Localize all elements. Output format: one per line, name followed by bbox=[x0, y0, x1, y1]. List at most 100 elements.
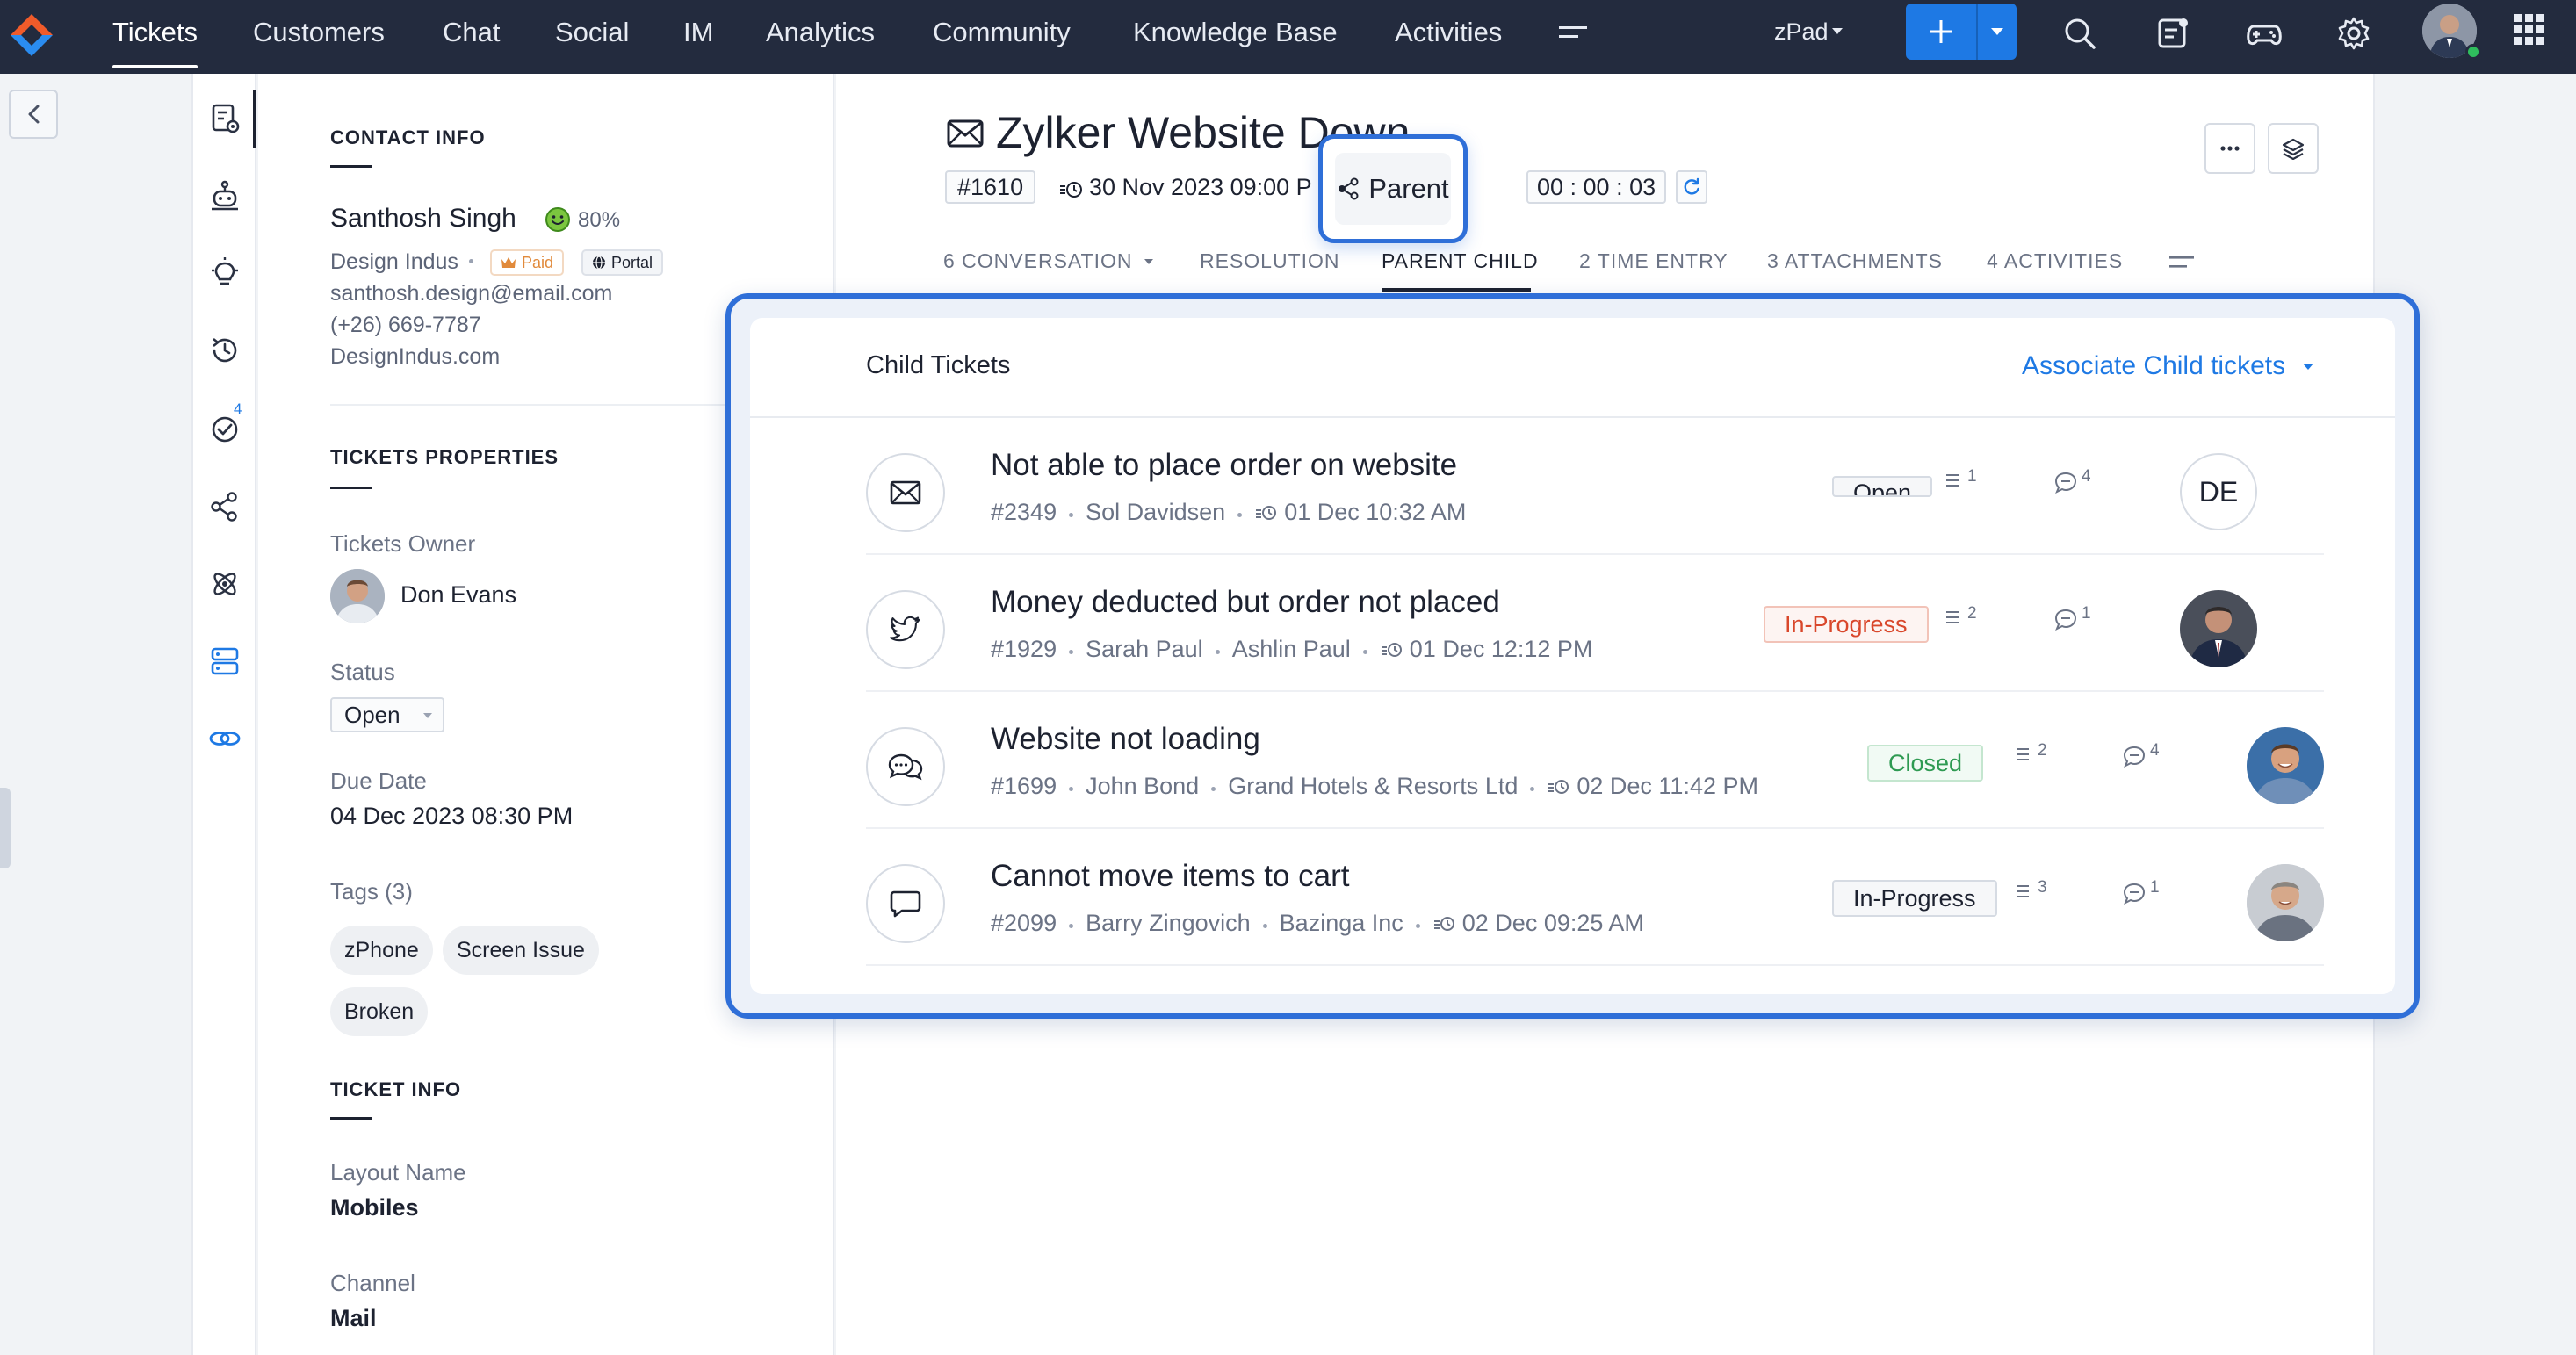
plus-icon[interactable] bbox=[1906, 4, 1976, 60]
link-chain-icon[interactable] bbox=[208, 722, 242, 755]
assignee-avatar[interactable]: DE bbox=[2180, 453, 2257, 530]
child-ticket-row[interactable]: Website not loading #1699 John Bond Gran… bbox=[866, 692, 2324, 829]
ticket-properties-icon[interactable] bbox=[208, 102, 242, 135]
child-tickets-callout: Child Tickets Associate Child tickets No… bbox=[725, 293, 2420, 1019]
nav-customers[interactable]: Customers bbox=[253, 0, 385, 74]
status-badge[interactable]: In-Progress bbox=[1764, 606, 1929, 643]
child-ticket-contact[interactable]: Sarah Paul bbox=[1086, 636, 1203, 663]
status-badge[interactable]: In-Progress bbox=[1832, 880, 1997, 917]
department-selector[interactable]: zPad bbox=[1774, 0, 1829, 63]
child-ticket-subject[interactable]: Cannot move items to cart bbox=[991, 859, 1350, 894]
tag-chip[interactable]: Broken bbox=[330, 987, 429, 1036]
comment-count[interactable]: 4 bbox=[2122, 741, 2160, 768]
heading-underline bbox=[330, 1117, 372, 1120]
more-options-button[interactable] bbox=[2204, 123, 2255, 174]
side-drawer-handle[interactable] bbox=[0, 788, 11, 868]
associate-child-tickets-button[interactable]: Associate Child tickets bbox=[2022, 351, 2285, 381]
due-clock-icon bbox=[1433, 916, 1454, 931]
tab-attachments[interactable]: 3 ATTACHMENTS bbox=[1767, 249, 1943, 273]
ticket-timer[interactable]: 00 : 00 : 03 bbox=[1526, 170, 1667, 204]
thread-count[interactable]: 3 bbox=[2017, 878, 2047, 899]
search-icon[interactable] bbox=[2062, 16, 2097, 51]
collapse-panel-button[interactable] bbox=[9, 90, 58, 139]
nav-tickets[interactable]: Tickets bbox=[112, 0, 198, 74]
child-ticket-id[interactable]: #2349 bbox=[991, 499, 1057, 526]
child-ticket-date: 02 Dec 11:42 PM bbox=[1577, 773, 1758, 799]
paid-badge-label: Paid bbox=[522, 254, 554, 271]
lightbulb-icon[interactable] bbox=[208, 256, 242, 290]
child-ticket-row[interactable]: Not able to place order on website #2349… bbox=[866, 418, 2324, 555]
tag-chip[interactable]: Screen Issue bbox=[443, 926, 599, 975]
assignee-avatar[interactable] bbox=[2180, 590, 2257, 667]
child-ticket-id[interactable]: #1699 bbox=[991, 773, 1057, 800]
share-icon[interactable] bbox=[208, 490, 242, 523]
contact-phone[interactable]: (+26) 669-7787 bbox=[330, 313, 481, 338]
contact-website[interactable]: DesignIndus.com bbox=[330, 344, 500, 370]
nav-community[interactable]: Community bbox=[933, 0, 1071, 74]
history-icon[interactable] bbox=[208, 334, 242, 367]
due-date-value[interactable]: 04 Dec 2023 08:30 PM bbox=[330, 803, 573, 830]
status-badge[interactable]: Open bbox=[1832, 476, 1933, 497]
chevron-down-icon[interactable] bbox=[1832, 28, 1843, 35]
thread-icon bbox=[2017, 748, 2029, 760]
nav-activities[interactable]: Activities bbox=[1395, 0, 1502, 74]
parent-badge[interactable]: Parent bbox=[1335, 153, 1451, 225]
tab-time-entry[interactable]: 2 TIME ENTRY bbox=[1579, 249, 1728, 273]
owner-name[interactable]: Don Evans bbox=[400, 581, 516, 609]
comment-count[interactable]: 4 bbox=[2053, 467, 2091, 494]
status-dropdown[interactable]: Open bbox=[330, 697, 444, 732]
layers-button[interactable] bbox=[2268, 123, 2319, 174]
add-new-button[interactable] bbox=[1906, 4, 2017, 60]
status-badge[interactable]: Closed bbox=[1867, 745, 1984, 782]
child-ticket-subject[interactable]: Website not loading bbox=[991, 722, 1260, 757]
chevron-down-icon[interactable] bbox=[2303, 364, 2313, 371]
zoho-desk-logo-icon[interactable] bbox=[7, 11, 56, 60]
dot-separator bbox=[1215, 650, 1220, 654]
child-ticket-id[interactable]: #1929 bbox=[991, 636, 1057, 663]
tab-conversation[interactable]: 6 CONVERSATION bbox=[943, 249, 1153, 273]
nav-knowledge-base[interactable]: Knowledge Base bbox=[1133, 0, 1338, 74]
tab-resolution[interactable]: RESOLUTION bbox=[1200, 249, 1340, 273]
thread-count[interactable]: 2 bbox=[1946, 604, 1977, 625]
child-ticket-subject[interactable]: Not able to place order on website bbox=[991, 448, 1457, 483]
child-ticket-contact[interactable]: Barry Zingovich bbox=[1086, 910, 1251, 937]
assignee-avatar[interactable] bbox=[2247, 727, 2324, 804]
chevron-down-icon[interactable] bbox=[1978, 4, 2017, 60]
more-menu-icon[interactable] bbox=[1559, 25, 1589, 40]
contact-name[interactable]: Santhosh Singh bbox=[330, 204, 516, 234]
thread-count[interactable]: 1 bbox=[1946, 467, 1977, 488]
apps-grid-icon[interactable] bbox=[2514, 14, 2545, 46]
assignee-avatar[interactable] bbox=[2247, 864, 2324, 941]
gear-icon[interactable] bbox=[2336, 16, 2371, 51]
child-ticket-row[interactable]: Cannot move items to cart #2099 Barry Zi… bbox=[866, 829, 2324, 966]
workflow-icon[interactable] bbox=[208, 645, 242, 678]
child-ticket-id[interactable]: #2099 bbox=[991, 910, 1057, 937]
nav-social[interactable]: Social bbox=[555, 0, 629, 74]
refresh-icon[interactable] bbox=[1676, 170, 1707, 204]
contact-account[interactable]: Design Indus bbox=[330, 249, 484, 275]
tab-activities[interactable]: 4 ACTIVITIES bbox=[1987, 249, 2123, 273]
more-tabs-icon[interactable] bbox=[2169, 256, 2196, 269]
bot-icon[interactable] bbox=[208, 179, 242, 213]
child-ticket-account[interactable]: Grand Hotels & Resorts Ltd bbox=[1228, 773, 1518, 800]
tag-chip[interactable]: zPhone bbox=[330, 926, 433, 975]
tab-parent-child[interactable]: PARENT CHILD bbox=[1382, 249, 1539, 273]
thread-count[interactable]: 2 bbox=[2017, 741, 2047, 762]
contact-email[interactable]: santhosh.design@email.com bbox=[330, 281, 612, 306]
child-ticket-contact[interactable]: John Bond bbox=[1086, 773, 1199, 800]
account-name[interactable]: Design Indus bbox=[330, 249, 458, 274]
child-ticket-row[interactable]: Money deducted but order not placed #192… bbox=[866, 555, 2324, 692]
atom-icon[interactable] bbox=[208, 567, 242, 601]
nav-analytics[interactable]: Analytics bbox=[766, 0, 875, 74]
notepad-icon[interactable] bbox=[2155, 16, 2190, 51]
comment-count[interactable]: 1 bbox=[2053, 604, 2091, 631]
child-ticket-contact[interactable]: Sol Davidsen bbox=[1086, 499, 1225, 526]
nav-im[interactable]: IM bbox=[683, 0, 713, 74]
child-ticket-account[interactable]: Ashlin Paul bbox=[1232, 636, 1351, 663]
nav-chat[interactable]: Chat bbox=[443, 0, 500, 74]
child-ticket-subject[interactable]: Money deducted but order not placed bbox=[991, 585, 1500, 620]
ticket-id-badge[interactable]: #1610 bbox=[945, 170, 1036, 204]
comment-count[interactable]: 1 bbox=[2122, 878, 2160, 905]
game-controller-icon[interactable] bbox=[2247, 16, 2282, 51]
child-ticket-account[interactable]: Bazinga Inc bbox=[1280, 910, 1403, 937]
